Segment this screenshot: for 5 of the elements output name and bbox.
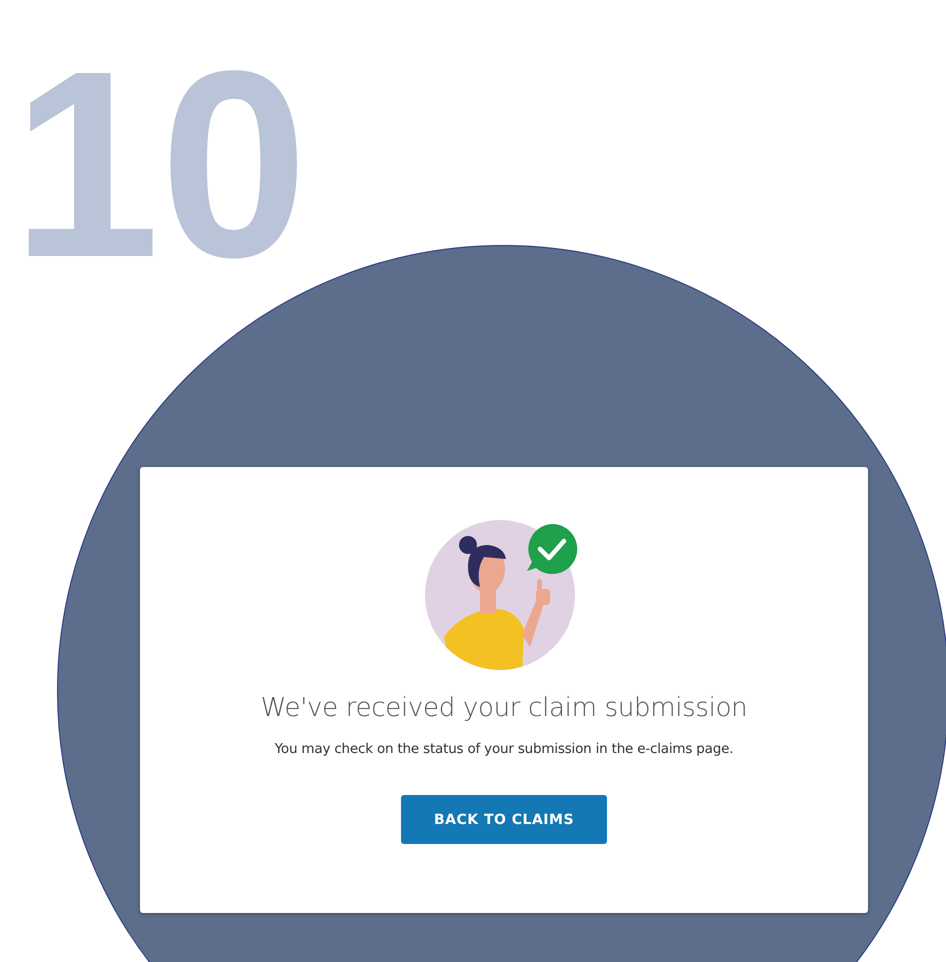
confirmation-message: You may check on the status of your submission in the e-claims page. — [274, 741, 734, 757]
check-badge-icon — [524, 521, 580, 577]
step-number: 10 — [12, 32, 308, 298]
back-to-claims-button[interactable]: BACK TO CLAIMS — [401, 795, 607, 844]
confirmation-heading: We've received your claim submission — [260, 693, 748, 723]
